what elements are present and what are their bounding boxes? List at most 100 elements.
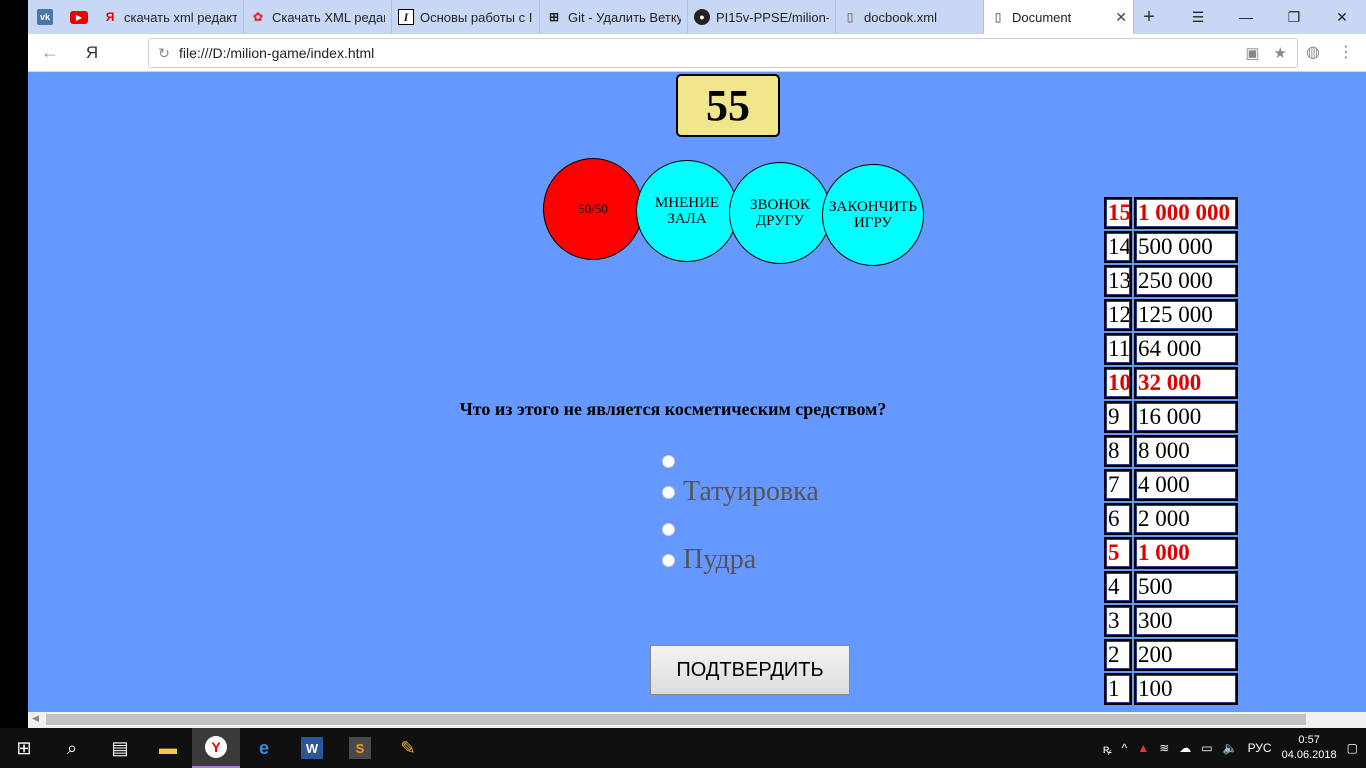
- edge-icon[interactable]: e: [240, 728, 288, 768]
- new-tab-button[interactable]: +: [1134, 0, 1164, 34]
- hint-call-label-1: ЗВОНОК: [749, 196, 811, 213]
- sublime-icon[interactable]: S: [336, 728, 384, 768]
- prize-amount: 32 000: [1134, 367, 1238, 399]
- file-icon: ▯: [994, 10, 1002, 24]
- prize-level: 12: [1104, 299, 1132, 331]
- tab-yandex-search[interactable]: Я скачать xml редакт: [96, 0, 244, 34]
- tab-vk[interactable]: vk: [28, 0, 62, 34]
- prize-amount: 300: [1134, 605, 1238, 637]
- answer-option[interactable]: [662, 455, 683, 468]
- answer-option[interactable]: [662, 523, 683, 536]
- hint-audience-button[interactable]: МНЕНИЕ ЗАЛА: [636, 160, 738, 262]
- back-arrow-icon[interactable]: ←: [28, 42, 72, 63]
- address-bar-row: ← Я ↻ file:///D:/milion-game/index.html …: [28, 34, 1366, 72]
- cloud-icon[interactable]: ☁: [1179, 741, 1191, 755]
- prize-level: 10: [1104, 367, 1132, 399]
- answer-radio[interactable]: [662, 523, 675, 536]
- tab-title: скачать xml редакт: [124, 9, 237, 25]
- prize-amount: 8 000: [1134, 435, 1238, 467]
- tab-title: Основы работы с I: [420, 9, 533, 25]
- answer-radio[interactable]: [662, 455, 675, 468]
- volume-icon[interactable]: 🔈: [1223, 741, 1238, 755]
- globe-icon[interactable]: ◍: [1306, 42, 1320, 62]
- tab-docbook[interactable]: ▯ docbook.xml: [836, 0, 984, 34]
- prize-row: 15 1 000 000: [1103, 196, 1239, 230]
- wifi-icon[interactable]: ≋: [1159, 741, 1169, 755]
- horizontal-scrollbar[interactable]: ◀: [28, 712, 1366, 728]
- answer-label: Пудра: [683, 544, 757, 575]
- battery-icon[interactable]: ▭: [1201, 741, 1212, 755]
- reload-icon[interactable]: ↻: [149, 45, 179, 62]
- yandex-browser-icon[interactable]: Y: [192, 728, 240, 768]
- prize-level: 1: [1104, 673, 1132, 705]
- youtube-icon: ▶: [70, 10, 88, 24]
- prize-amount: 1 000: [1134, 537, 1238, 569]
- prize-level: 3: [1104, 605, 1132, 637]
- yandex-icon: Я: [105, 10, 115, 24]
- url-text[interactable]: file:///D:/milion-game/index.html: [179, 45, 374, 61]
- file-explorer-icon[interactable]: ▬: [144, 728, 192, 768]
- pdf-icon[interactable]: ▲: [1137, 741, 1149, 755]
- prize-level: 14: [1104, 231, 1132, 263]
- prize-amount: 125 000: [1134, 299, 1238, 331]
- answer-radio[interactable]: [662, 553, 675, 567]
- chevron-up-icon[interactable]: ^: [1122, 741, 1128, 755]
- prize-amount: 64 000: [1134, 333, 1238, 365]
- bookmark-star-icon[interactable]: ★: [1274, 44, 1287, 62]
- prize-row: 51 000: [1103, 536, 1239, 570]
- hint-fifty-label: 50/50: [578, 200, 608, 216]
- hint-fifty-fifty-button[interactable]: 50/50: [543, 158, 643, 260]
- paint-icon[interactable]: ✎: [384, 728, 432, 768]
- search-icon[interactable]: ⌕: [48, 728, 96, 768]
- prize-amount: 16 000: [1134, 401, 1238, 433]
- address-bar[interactable]: ↻ file:///D:/milion-game/index.html ▣ ★: [148, 38, 1298, 68]
- answer-option[interactable]: Татуировка: [662, 476, 819, 508]
- language-indicator[interactable]: РУС: [1248, 741, 1272, 755]
- scrollbar-thumb[interactable]: [46, 714, 1306, 725]
- notifications-icon[interactable]: ▢: [1347, 741, 1358, 755]
- answer-radio[interactable]: [662, 485, 675, 499]
- tab-document[interactable]: ▯ Document ✕: [984, 0, 1134, 34]
- hint-audience-label-1: МНЕНИЕ: [654, 194, 720, 211]
- tab-title: docbook.xml: [864, 9, 937, 25]
- answer-label: Татуировка: [683, 476, 819, 507]
- prize-amount: 500 000: [1134, 231, 1238, 263]
- prize-row: 13 250 000: [1103, 264, 1239, 298]
- tab-bar-spacer: [1164, 0, 1174, 34]
- prize-amount: 200: [1134, 639, 1238, 671]
- prize-amount: 2 000: [1134, 503, 1238, 535]
- finish-game-button[interactable]: ЗАКОНЧИТЬ ИГРУ: [822, 164, 924, 266]
- prize-level: 4: [1104, 571, 1132, 603]
- task-view-icon[interactable]: ▤: [96, 728, 144, 768]
- hint-call-friend-button[interactable]: ЗВОНОК ДРУГУ: [729, 162, 831, 264]
- restore-icon[interactable]: ❐: [1270, 0, 1318, 34]
- reader-mode-icon[interactable]: ▣: [1245, 44, 1259, 62]
- prize-ladder: 15 1 000 000 14 500 000 13 250 000 12 125 000 11…: [1103, 196, 1239, 706]
- prize-level: 11: [1104, 333, 1132, 365]
- windows-start-icon[interactable]: ⊞: [0, 728, 48, 768]
- tab-title: Document: [1012, 9, 1072, 25]
- hint-audience-label-2: ЗАЛА: [667, 211, 707, 227]
- confirm-button[interactable]: ПОДТВЕРДИТЬ: [650, 645, 850, 695]
- menu-icon[interactable]: ☰: [1174, 0, 1222, 34]
- answer-option[interactable]: Пудра: [662, 544, 756, 576]
- people-icon[interactable]: ꝶ: [1103, 740, 1112, 757]
- tab-github[interactable]: ● PI15v-PPSE/milion-: [688, 0, 836, 34]
- finish-label-2: ИГРУ: [853, 215, 893, 231]
- close-tab-icon[interactable]: ✕: [1115, 9, 1127, 26]
- page-viewport: 55 50/50 МНЕНИЕ ЗАЛА ЗВОНОК ДРУГУ ЗАКОНЧ…: [28, 72, 1366, 712]
- minimize-icon[interactable]: —: [1222, 0, 1270, 34]
- tab-xml-download[interactable]: ✿ Скачать XML редак: [244, 0, 392, 34]
- more-icon[interactable]: ⋮: [1338, 42, 1354, 62]
- tab-youtube[interactable]: ▶: [62, 0, 96, 34]
- github-icon: ●: [694, 9, 710, 25]
- word-icon[interactable]: W: [288, 728, 336, 768]
- tab-git[interactable]: ⊞ Git - Удалить Ветку: [540, 0, 688, 34]
- prize-amount: 100: [1134, 673, 1238, 705]
- prize-level: 5: [1104, 537, 1132, 569]
- close-window-icon[interactable]: ✕: [1318, 0, 1366, 34]
- scroll-left-icon[interactable]: ◀: [32, 713, 39, 724]
- clock[interactable]: 0:57 04.06.2018: [1282, 733, 1337, 763]
- yandex-home-button[interactable]: Я: [72, 43, 112, 63]
- tab-basics[interactable]: I Основы работы с I: [392, 0, 540, 34]
